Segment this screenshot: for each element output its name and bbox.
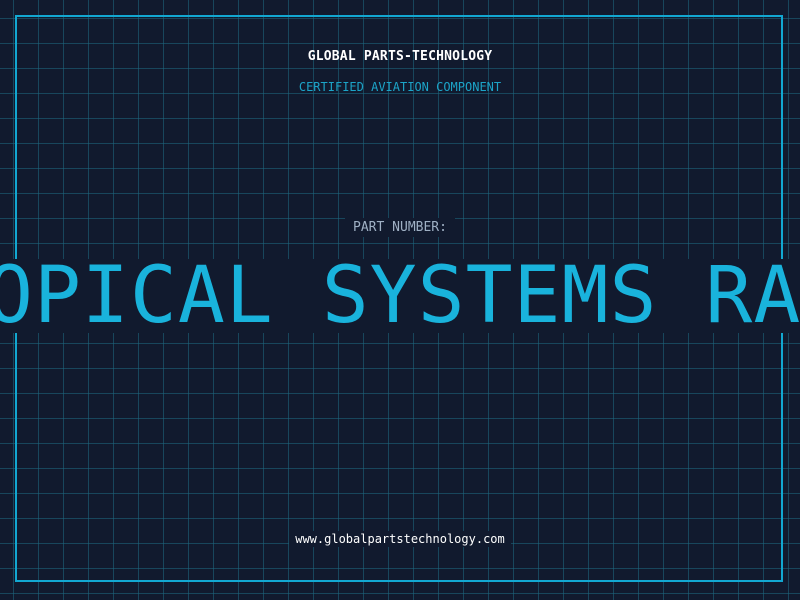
part-number-value: OPICAL SYSTEMS RAD — [0, 259, 800, 333]
certificate-card: GLOBAL PARTS-TECHNOLOGY CERTIFIED AVIATI… — [0, 0, 800, 600]
company-name: GLOBAL PARTS-TECHNOLOGY — [307, 49, 493, 64]
part-number-label: PART NUMBER: — [345, 218, 455, 237]
website-url: www.globalpartstechnology.com — [289, 531, 511, 547]
part-number-band: OPICAL SYSTEMS RAD — [0, 259, 800, 333]
certification-tagline: CERTIFIED AVIATION COMPONENT — [298, 80, 502, 94]
part-number-label-row: PART NUMBER: — [0, 218, 800, 237]
footer-url-row: www.globalpartstechnology.com — [0, 530, 800, 548]
